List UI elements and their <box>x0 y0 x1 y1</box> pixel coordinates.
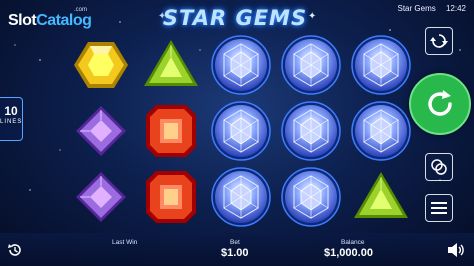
red-gem-symbol <box>136 164 206 230</box>
logo-text-b: Catalog <box>36 12 92 29</box>
purple-gem-icon <box>76 172 126 222</box>
lines-label: LINES <box>0 119 23 125</box>
spin-icon <box>428 90 452 116</box>
balance-value: $1,000.00 <box>324 247 373 259</box>
green-gem-icon <box>144 40 198 86</box>
blue-diamond-icon <box>281 35 341 95</box>
blue-diamond-icon <box>351 35 411 95</box>
clock: 12:42 <box>445 4 466 13</box>
red-gem-symbol <box>136 98 206 164</box>
slotcatalog-logo: SlotCatalog .com <box>4 4 92 29</box>
autoplay-button[interactable] <box>425 27 453 55</box>
bottom-bar: Last Win Bet $1.00 Balance $1,000.00 <box>0 233 474 266</box>
sound-button[interactable] <box>446 241 466 259</box>
blue-diamond-symbol <box>276 98 346 164</box>
green-gem-symbol <box>136 32 206 98</box>
purple-gem-icon <box>76 106 126 156</box>
blue-diamond-icon <box>211 35 271 95</box>
title-star-right: ✦ <box>308 11 317 22</box>
blue-diamond-icon <box>281 101 341 161</box>
green-gem-symbol <box>346 164 416 230</box>
status-bar: Star Gems 12:42 <box>390 4 467 13</box>
bet-label: Bet <box>230 239 240 246</box>
red-gem-icon <box>146 105 196 157</box>
logo-text-a: Slot <box>8 12 37 29</box>
blue-diamond-symbol <box>206 164 276 230</box>
coins-icon <box>431 159 447 175</box>
menu-button[interactable] <box>425 194 453 222</box>
blue-diamond-symbol <box>206 32 276 98</box>
logo-text: SlotCatalog <box>8 12 92 30</box>
blue-diamond-symbol <box>206 98 276 164</box>
lines-count: 10 <box>4 104 18 118</box>
red-gem-icon <box>146 171 196 223</box>
last-win-label: Last Win <box>112 239 138 246</box>
blue-diamond-icon <box>281 167 341 227</box>
blue-diamond-icon <box>351 101 411 161</box>
autoplay-icon <box>430 34 448 48</box>
green-gem-icon <box>354 172 408 218</box>
blue-diamond-symbol <box>346 98 416 164</box>
game-title: STAR GEMS <box>162 6 308 30</box>
yellow-gem-icon <box>74 42 128 88</box>
blue-diamond-symbol <box>346 32 416 98</box>
history-icon <box>8 244 21 256</box>
speaker-icon <box>448 243 464 257</box>
purple-gem-symbol <box>66 164 136 230</box>
logo-suffix: .com <box>74 7 88 13</box>
yellow-gem-symbol <box>66 32 136 98</box>
purple-gem-symbol <box>66 98 136 164</box>
blue-diamond-icon <box>211 101 271 161</box>
game-name: Star Gems <box>397 4 436 13</box>
blue-diamond-symbol <box>276 32 346 98</box>
blue-diamond-symbol <box>276 164 346 230</box>
menu-icon <box>431 202 447 214</box>
blue-diamond-icon <box>211 167 271 227</box>
history-button[interactable] <box>6 241 24 259</box>
bet-coins-button[interactable] <box>425 153 453 181</box>
balance-label: Balance <box>341 239 365 246</box>
lines-indicator: 10 LINES <box>0 97 23 141</box>
spin-button[interactable] <box>409 73 471 135</box>
reels-grid <box>66 32 416 232</box>
bet-value: $1.00 <box>221 247 249 259</box>
